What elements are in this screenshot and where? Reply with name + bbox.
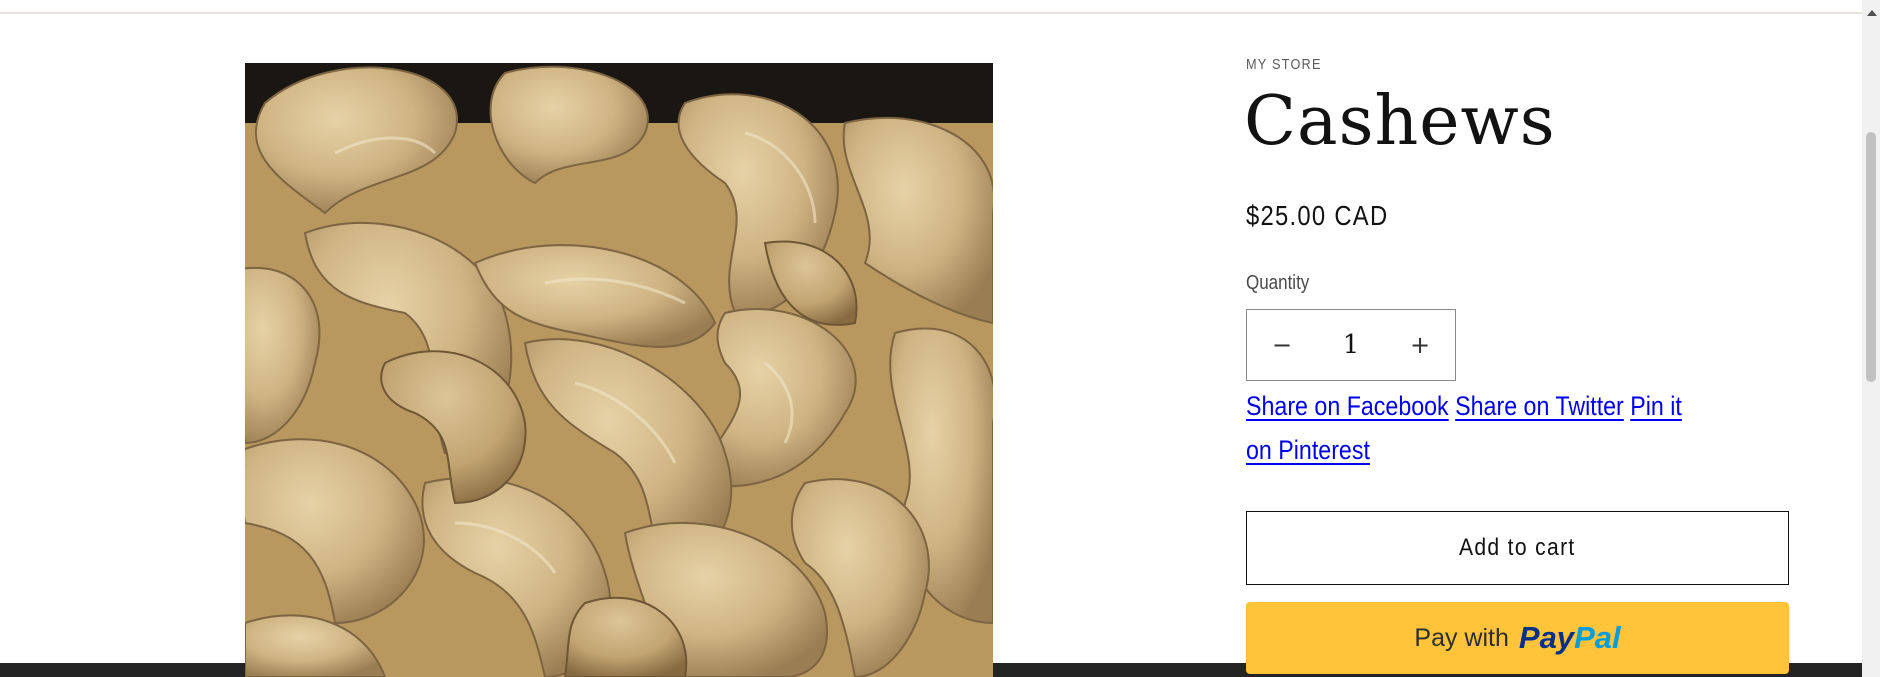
increase-quantity-button[interactable]: + — [1385, 310, 1455, 380]
header-divider — [0, 12, 1862, 14]
share-twitter-link[interactable]: Share on Twitter — [1455, 391, 1624, 421]
quantity-input[interactable] — [1317, 310, 1385, 380]
footer-strip — [0, 663, 245, 677]
product-image[interactable] — [245, 63, 993, 677]
product-title: Cashews — [1244, 82, 1556, 161]
add-to-cart-button[interactable]: Add to cart — [1246, 511, 1789, 585]
scrollbar-thumb[interactable] — [1866, 132, 1876, 382]
page-scrollbar[interactable] — [1862, 0, 1880, 677]
paypal-logo: PayPal — [1519, 620, 1621, 656]
quantity-label: Quantity — [1246, 272, 1310, 294]
add-to-cart-label: Add to cart — [1459, 534, 1576, 561]
social-share-links: Share on Facebook Share on Twitter Pin i… — [1246, 384, 1693, 472]
scroll-up-icon[interactable] — [1867, 10, 1877, 16]
product-price: $25.00 CAD — [1246, 200, 1389, 231]
product-vendor: MY STORE — [1246, 56, 1322, 73]
cashews-photo — [245, 63, 993, 677]
paypal-prefix: Pay with — [1414, 623, 1509, 652]
share-facebook-link[interactable]: Share on Facebook — [1246, 391, 1449, 421]
paypal-button[interactable]: Pay with PayPal — [1246, 602, 1789, 674]
decrease-quantity-button[interactable]: − — [1247, 310, 1317, 380]
paypal-logo-pal: Pal — [1574, 620, 1621, 655]
paypal-logo-pay: Pay — [1518, 620, 1575, 655]
quantity-stepper: − + — [1246, 309, 1456, 381]
